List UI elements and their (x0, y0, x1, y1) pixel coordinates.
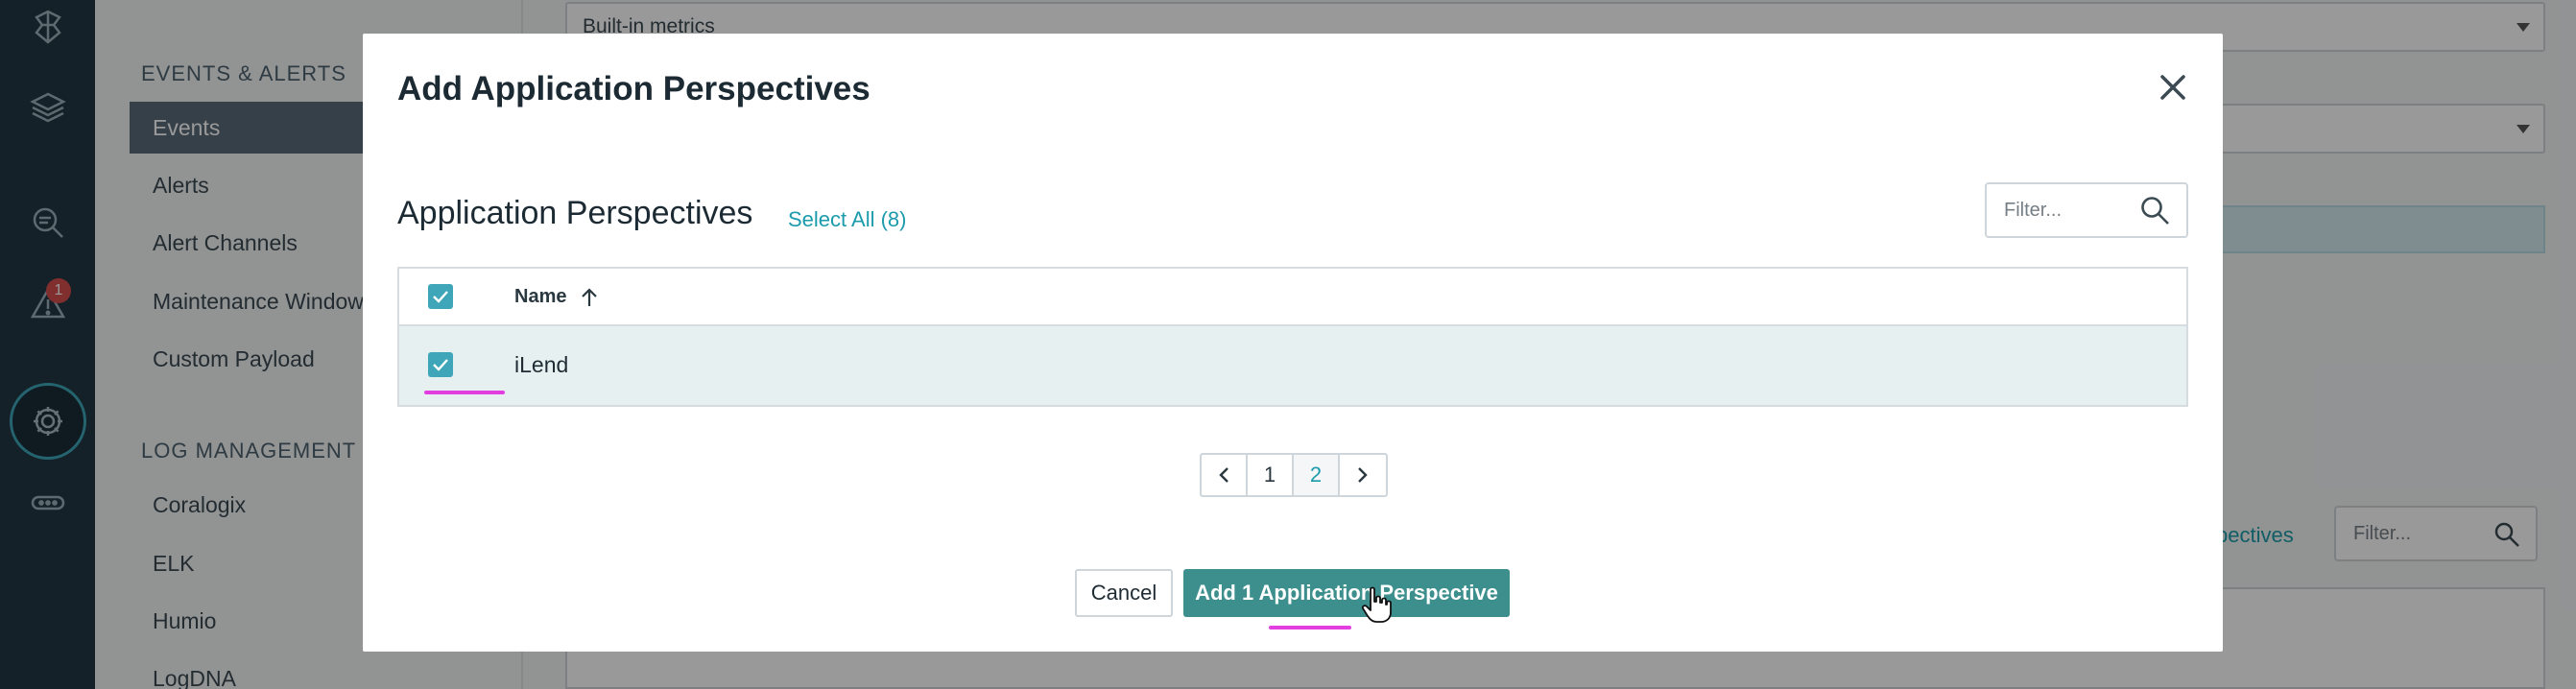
hand-pointer-icon (1361, 586, 1392, 623)
next-page-button[interactable] (1340, 455, 1386, 495)
dialog-title: Add Application Perspectives (397, 70, 871, 107)
perspectives-table: Name iLend (397, 267, 2188, 407)
add-application-perspectives-dialog: Add Application Perspectives Application… (363, 34, 2223, 652)
cancel-button[interactable]: Cancel (1075, 569, 1173, 617)
close-icon[interactable] (2156, 70, 2190, 105)
previous-page-button[interactable] (1202, 455, 1248, 495)
name-column-label: Name (514, 286, 567, 307)
annotation-underline (1269, 626, 1351, 630)
sort-ascending-icon (582, 287, 598, 306)
select-all-link[interactable]: Select All (8) (788, 207, 907, 232)
table-row[interactable]: iLend (399, 326, 2186, 405)
check-icon (433, 359, 448, 371)
search-icon (2141, 197, 2169, 225)
check-icon (433, 291, 448, 303)
select-all-checkbox[interactable] (428, 284, 453, 309)
chevron-left-icon (1219, 467, 1228, 483)
row-checkbox[interactable] (428, 352, 453, 377)
page-1-button[interactable]: 1 (1248, 455, 1294, 495)
name-column-header[interactable]: Name (514, 286, 599, 308)
chevron-right-icon (1358, 467, 1368, 483)
add-perspective-button[interactable]: Add 1 Application Perspective (1183, 569, 1510, 617)
annotation-underline (424, 391, 505, 394)
pagination: 1 2 (1200, 453, 1388, 497)
page-2-button[interactable]: 2 (1294, 455, 1340, 495)
section-title: Application Perspectives (397, 195, 753, 231)
table-header: Name (399, 269, 2186, 326)
row-name-cell: iLend (514, 352, 569, 377)
